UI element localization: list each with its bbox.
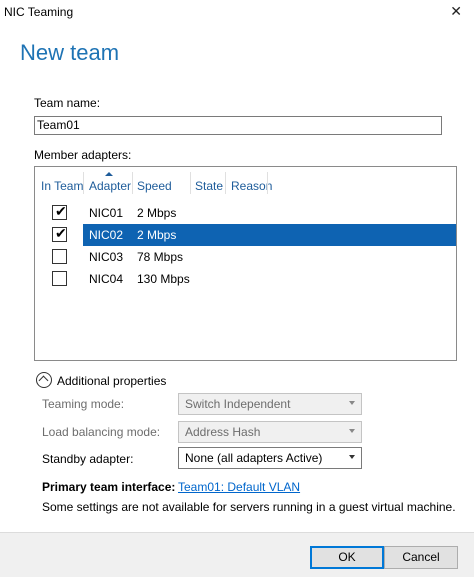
- in-team-checkbox[interactable]: ✔: [52, 203, 67, 220]
- adapter-name: NIC01: [89, 206, 124, 220]
- member-adapters-list[interactable]: In Team Adapter Speed State Reason ✔ NIC…: [34, 166, 457, 361]
- column-separator[interactable]: [83, 172, 84, 194]
- window-title: NIC Teaming: [4, 5, 74, 19]
- collapse-properties-button[interactable]: [36, 372, 52, 388]
- adapter-speed: 2 Mbps: [137, 206, 177, 220]
- teaming-mode-label: Teaming mode:: [42, 397, 125, 411]
- in-team-checkbox[interactable]: [52, 271, 67, 286]
- primary-interface-link[interactable]: Team01: Default VLAN: [178, 480, 300, 494]
- title-bar: NIC Teaming ✕: [0, 0, 474, 26]
- team-name-input[interactable]: Team01: [34, 116, 442, 135]
- chevron-up-icon: [38, 375, 49, 386]
- teaming-mode-select: Switch Independent: [178, 393, 362, 415]
- adapter-speed: 2 Mbps: [137, 228, 177, 242]
- column-in-team[interactable]: In Team: [41, 179, 83, 193]
- teaming-mode-value: Switch Independent: [185, 397, 291, 411]
- column-separator[interactable]: [190, 172, 191, 194]
- standby-adapter-label: Standby adapter:: [42, 452, 134, 466]
- standby-adapter-select[interactable]: None (all adapters Active): [178, 447, 362, 469]
- column-separator[interactable]: [132, 172, 133, 194]
- primary-interface-label: Primary team interface:: [42, 480, 176, 494]
- chevron-down-icon: [349, 401, 355, 405]
- team-name-label: Team name:: [34, 96, 101, 110]
- standby-adapter-value: None (all adapters Active): [185, 451, 323, 465]
- column-adapter[interactable]: Adapter: [89, 179, 131, 193]
- additional-properties-label[interactable]: Additional properties: [57, 374, 166, 388]
- table-row[interactable]: ✔ NIC02 2 Mbps: [35, 224, 456, 246]
- adapter-name: NIC03: [89, 250, 124, 264]
- adapter-name: NIC04: [89, 272, 124, 286]
- table-row[interactable]: ✔ NIC01 2 Mbps: [35, 202, 456, 224]
- load-balancing-value: Address Hash: [185, 425, 261, 439]
- sort-ascending-icon: [105, 172, 113, 176]
- in-team-checkbox[interactable]: [52, 249, 67, 264]
- table-row[interactable]: NIC03 78 Mbps: [35, 246, 456, 268]
- checkmark-icon: ✔: [55, 203, 67, 219]
- chevron-down-icon: [349, 429, 355, 433]
- checkmark-icon: ✔: [55, 225, 67, 241]
- column-separator[interactable]: [225, 172, 226, 194]
- close-icon[interactable]: ✕: [450, 3, 462, 20]
- adapter-speed: 78 Mbps: [137, 250, 184, 264]
- load-balancing-label: Load balancing mode:: [42, 425, 161, 439]
- cancel-button[interactable]: Cancel: [384, 546, 458, 569]
- dialog-footer: OK Cancel: [0, 532, 474, 577]
- guest-vm-note: Some settings are not available for serv…: [42, 500, 456, 514]
- adapter-name: NIC02: [89, 228, 124, 242]
- chevron-down-icon: [349, 455, 355, 459]
- column-state[interactable]: State: [195, 179, 223, 193]
- table-row[interactable]: NIC04 130 Mbps: [35, 268, 456, 290]
- column-separator[interactable]: [267, 172, 268, 194]
- member-adapters-label: Member adapters:: [34, 148, 132, 162]
- ok-button[interactable]: OK: [310, 546, 384, 569]
- load-balancing-select: Address Hash: [178, 421, 362, 443]
- column-speed[interactable]: Speed: [137, 179, 172, 193]
- in-team-checkbox[interactable]: ✔: [52, 225, 67, 242]
- list-header: In Team Adapter Speed State Reason: [35, 167, 456, 197]
- page-title: New team: [20, 40, 120, 65]
- adapter-speed: 130 Mbps: [137, 272, 190, 286]
